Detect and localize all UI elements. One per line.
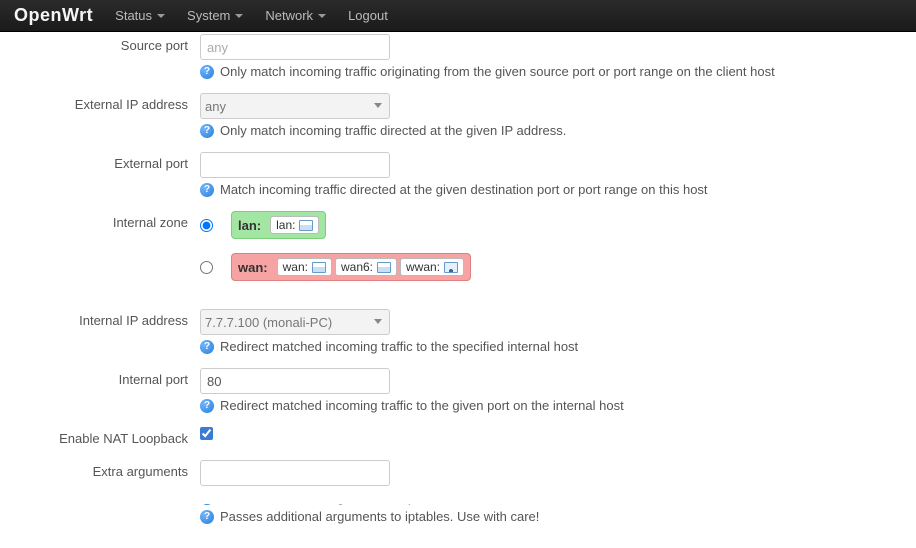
label-internal-zone: Internal zone xyxy=(0,211,200,230)
nav-network-label: Network xyxy=(265,8,313,23)
nav-network[interactable]: Network xyxy=(265,8,326,23)
iface-chip-wan: wan: xyxy=(277,258,332,276)
label-nat-loopback: Enable NAT Loopback xyxy=(0,427,200,446)
brand: OpenWrt xyxy=(14,5,93,26)
label-internal-ip: Internal IP address xyxy=(0,309,200,328)
row-external-port: External port ? Match incoming traffic d… xyxy=(0,142,916,201)
iface-label: wan6: xyxy=(341,260,373,274)
clip-overlay xyxy=(200,490,540,504)
external-ip-select[interactable]: any xyxy=(200,93,390,119)
help-icon: ? xyxy=(200,183,214,197)
extra-args-input[interactable] xyxy=(200,460,390,486)
internal-ip-select[interactable]: 7.7.7.100 (monali-PC) xyxy=(200,309,390,335)
zone-radio-wan[interactable] xyxy=(200,261,213,274)
zone-badge-lan[interactable]: lan: lan: xyxy=(231,211,326,239)
nav-logout-label: Logout xyxy=(348,8,388,23)
row-nat-loopback: Enable NAT Loopback xyxy=(0,417,916,450)
zone-name-wan: wan: xyxy=(238,260,268,275)
help-internal-ip: Redirect matched incoming traffic to the… xyxy=(220,339,578,354)
internal-port-input[interactable] xyxy=(200,368,390,394)
iface-label: wwan: xyxy=(406,260,440,274)
nat-loopback-checkbox[interactable] xyxy=(200,427,213,440)
row-internal-ip: Internal IP address 7.7.7.100 (monali-PC… xyxy=(0,299,916,358)
nav-system[interactable]: System xyxy=(187,8,243,23)
iface-chip-lan: lan: xyxy=(270,216,319,234)
iface-label: wan: xyxy=(283,260,308,274)
caret-icon xyxy=(157,14,165,18)
row-external-ip: External IP address any ? Only match inc… xyxy=(0,83,916,142)
ethernet-icon xyxy=(312,262,326,273)
ethernet-icon xyxy=(299,220,313,231)
row-extra-args: Extra arguments ? Passes additional argu… xyxy=(0,450,916,528)
iface-chip-wan6: wan6: xyxy=(335,258,397,276)
label-extra-args: Extra arguments xyxy=(0,460,200,479)
label-external-port: External port xyxy=(0,152,200,171)
help-extra-args: Passes additional arguments to iptables.… xyxy=(220,509,539,524)
help-internal-port: Redirect matched incoming traffic to the… xyxy=(220,398,624,413)
wireless-icon xyxy=(444,262,458,273)
nav-status-label: Status xyxy=(115,8,152,23)
zone-name-lan: lan: xyxy=(238,218,261,233)
nav-status[interactable]: Status xyxy=(115,8,165,23)
row-internal-zone: Internal zone lan: lan: wan: wan: xyxy=(0,201,916,299)
row-source-port: Source port ? Only match incoming traffi… xyxy=(0,24,916,83)
help-icon: ? xyxy=(200,399,214,413)
zone-option-wan: wan: wan: wan6: wwan: xyxy=(200,253,471,281)
help-external-ip: Only match incoming traffic directed at … xyxy=(220,123,566,138)
label-source-port: Source port xyxy=(0,34,200,53)
zone-radio-lan[interactable] xyxy=(200,219,213,232)
label-internal-port: Internal port xyxy=(0,368,200,387)
iface-label: lan: xyxy=(276,218,295,232)
form-area: Source port ? Only match incoming traffi… xyxy=(0,32,916,548)
nav-logout[interactable]: Logout xyxy=(348,8,388,23)
label-external-ip: External IP address xyxy=(0,93,200,112)
help-icon: ? xyxy=(200,65,214,79)
help-external-port: Match incoming traffic directed at the g… xyxy=(220,182,708,197)
zone-badge-wan[interactable]: wan: wan: wan6: wwan: xyxy=(231,253,471,281)
external-port-input[interactable] xyxy=(200,152,390,178)
zone-option-lan: lan: lan: xyxy=(200,211,326,239)
iface-chip-wwan: wwan: xyxy=(400,258,464,276)
nav-system-label: System xyxy=(187,8,230,23)
caret-icon xyxy=(235,14,243,18)
caret-icon xyxy=(318,14,326,18)
help-icon: ? xyxy=(200,510,214,524)
ethernet-icon xyxy=(377,262,391,273)
source-port-input[interactable] xyxy=(200,34,390,60)
help-icon: ? xyxy=(200,124,214,138)
help-source-port: Only match incoming traffic originating … xyxy=(220,64,775,79)
row-internal-port: Internal port ? Redirect matched incomin… xyxy=(0,358,916,417)
help-icon: ? xyxy=(200,340,214,354)
